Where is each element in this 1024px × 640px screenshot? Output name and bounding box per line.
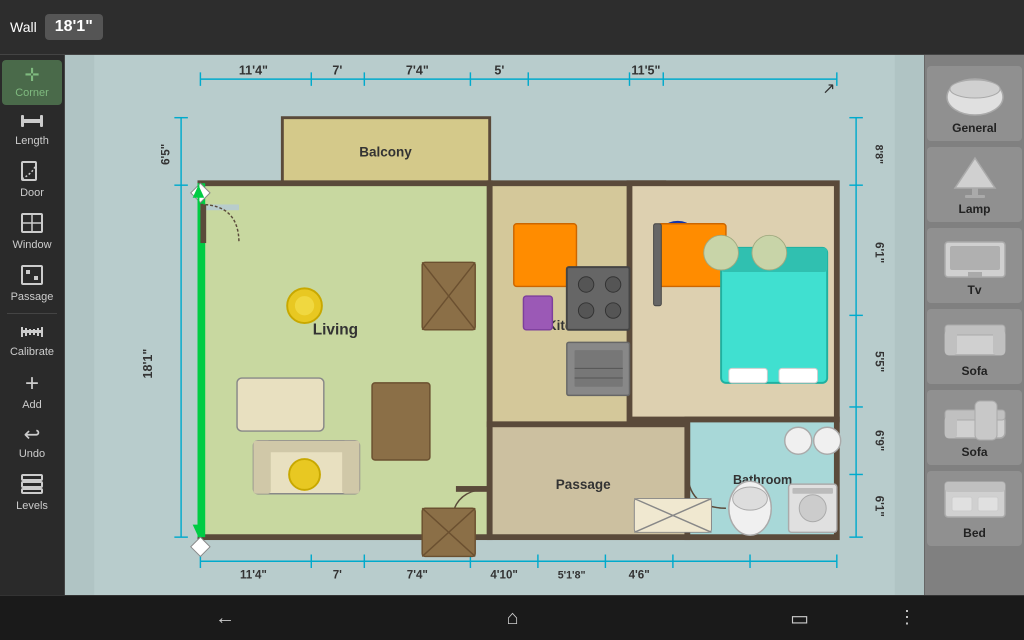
left-sidebar: ✛ Corner Length Door Window Passage [0, 55, 65, 595]
svg-text:6'1": 6'1" [872, 242, 884, 263]
furniture-item-sofa2[interactable]: Sofa [927, 390, 1022, 465]
sidebar-label-length: Length [15, 135, 49, 147]
furniture-label-bed: Bed [963, 526, 986, 540]
corner-icon: ✛ [24, 66, 39, 84]
sidebar-item-add[interactable]: + Add [2, 366, 62, 417]
sidebar-label-window: Window [12, 239, 51, 251]
more-options-button[interactable]: ⋮ [898, 607, 916, 628]
wall-value: 18'1" [45, 14, 103, 40]
sidebar-item-corner[interactable]: ✛ Corner [2, 60, 62, 105]
top-toolbar: Wall 18'1" [0, 0, 1024, 55]
svg-text:6'1": 6'1" [872, 496, 884, 517]
furniture-item-tv[interactable]: Tv [927, 228, 1022, 303]
svg-text:6'9": 6'9" [872, 430, 884, 451]
wall-indicator: Wall 18'1" [10, 14, 103, 40]
wall-label: Wall [10, 19, 37, 35]
lamp-preview [940, 153, 1010, 198]
svg-text:6'5": 6'5" [161, 144, 173, 165]
furniture-item-general[interactable]: General [927, 66, 1022, 141]
svg-text:11'4": 11'4" [240, 570, 267, 582]
sidebar-label-undo: Undo [19, 448, 45, 460]
svg-text:7': 7' [332, 63, 342, 77]
sidebar-label-calibrate: Calibrate [10, 346, 54, 358]
canvas-area[interactable]: 11'4" 7' 7'4" 5' 11'5" ↗ 11'4" 7' 7'4" 4… [65, 55, 924, 595]
sidebar-label-levels: Levels [16, 500, 48, 512]
window-icon [21, 213, 43, 236]
recent-button[interactable]: ▭ [775, 601, 824, 636]
furniture-item-bed[interactable]: Bed [927, 471, 1022, 546]
length-icon [21, 113, 43, 132]
svg-text:18'1": 18'1" [141, 349, 155, 379]
passage-icon [21, 265, 43, 288]
svg-text:Passage: Passage [556, 477, 611, 492]
svg-text:7': 7' [333, 570, 342, 582]
sidebar-label-add: Add [22, 399, 42, 411]
svg-text:11'5": 11'5" [631, 63, 660, 77]
floor-plan-svg: 11'4" 7' 7'4" 5' 11'5" ↗ 11'4" 7' 7'4" 4… [65, 55, 924, 595]
tv-preview [940, 234, 1010, 279]
sidebar-item-undo[interactable]: ↩ Undo [2, 419, 62, 466]
svg-text:7'4": 7'4" [407, 570, 428, 582]
sidebar-item-length[interactable]: Length [2, 107, 62, 153]
sidebar-item-levels[interactable]: Levels [2, 468, 62, 518]
bed-preview [940, 477, 1010, 522]
furniture-item-lamp[interactable]: Lamp [927, 147, 1022, 222]
svg-text:4'6": 4'6" [629, 570, 650, 582]
svg-text:Living: Living [313, 322, 358, 339]
svg-text:7'4": 7'4" [406, 63, 429, 77]
bottom-nav: ← ⌂ ▭ [0, 595, 1024, 640]
general-preview [940, 72, 1010, 117]
svg-text:11'4": 11'4" [239, 63, 268, 77]
sidebar-item-window[interactable]: Window [2, 207, 62, 257]
furniture-label-sofa1: Sofa [961, 364, 987, 378]
svg-text:5': 5' [494, 63, 504, 77]
sidebar-label-passage: Passage [11, 291, 54, 303]
svg-text:↗: ↗ [822, 81, 835, 98]
svg-text:8'8": 8'8" [872, 145, 884, 164]
sidebar-divider [7, 313, 57, 314]
main-layout: ✛ Corner Length Door Window Passage [0, 55, 1024, 595]
sidebar-item-passage[interactable]: Passage [2, 259, 62, 309]
home-button[interactable]: ⌂ [492, 602, 534, 635]
furniture-label-lamp: Lamp [958, 202, 990, 216]
svg-text:5'1'8": 5'1'8" [558, 570, 586, 582]
sofa2-preview [940, 396, 1010, 441]
calibrate-icon [21, 324, 43, 343]
furniture-label-sofa2: Sofa [961, 445, 987, 459]
sofa1-preview [940, 315, 1010, 360]
sidebar-label-corner: Corner [15, 87, 49, 99]
sidebar-item-door[interactable]: Door [2, 155, 62, 205]
levels-icon [21, 474, 43, 497]
sidebar-item-calibrate[interactable]: Calibrate [2, 318, 62, 364]
furniture-label-tv: Tv [967, 283, 981, 297]
svg-text:4'10": 4'10" [490, 570, 518, 582]
furniture-item-sofa1[interactable]: Sofa [927, 309, 1022, 384]
right-sidebar: General Lamp Tv Sofa [924, 55, 1024, 595]
furniture-label-general: General [952, 121, 997, 135]
sidebar-label-door: Door [20, 187, 44, 199]
svg-text:Balcony: Balcony [359, 144, 412, 159]
back-button[interactable]: ← [200, 602, 250, 635]
svg-text:5'5": 5'5" [872, 351, 884, 372]
door-icon [21, 161, 43, 184]
undo-icon: ↩ [24, 425, 41, 445]
add-icon: + [25, 372, 39, 396]
